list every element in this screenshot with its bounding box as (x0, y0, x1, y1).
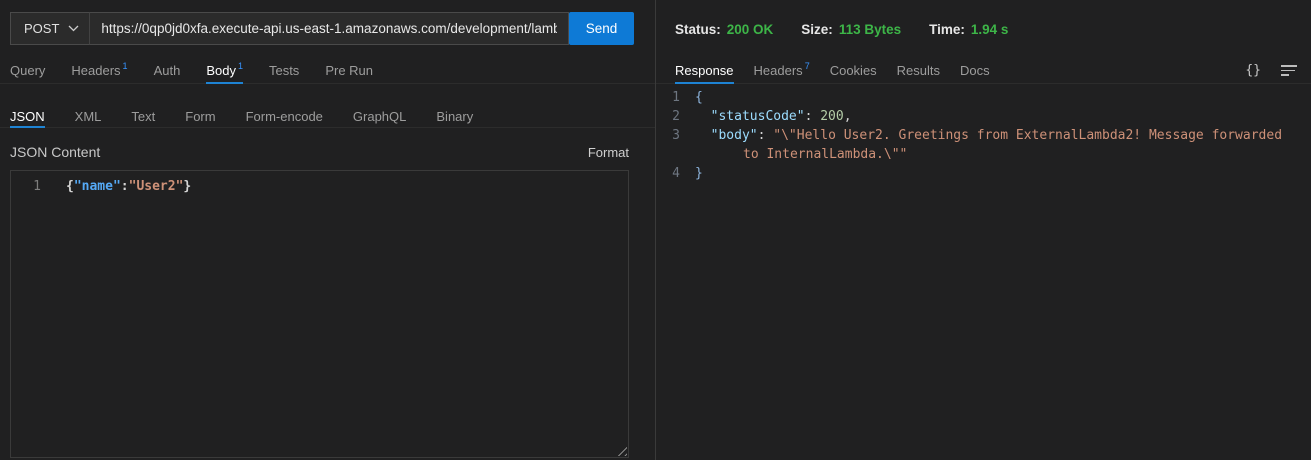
body-tab-form[interactable]: Form (185, 106, 215, 127)
tabs-spacer (1010, 58, 1226, 83)
size-label: Size: (801, 22, 833, 37)
url-row: POST Send (10, 12, 634, 45)
response-toolbar-icons: {} (1245, 58, 1297, 83)
method-label: POST (24, 21, 59, 36)
body-tab-graphql[interactable]: GraphQL (353, 106, 406, 127)
tab-auth[interactable]: Auth (154, 58, 181, 83)
json-content-label: JSON Content (10, 144, 100, 160)
request-body-editor[interactable]: 1{"name":"User2"} (10, 170, 629, 458)
headers-count-badge: 1 (123, 61, 128, 71)
url-input[interactable] (90, 12, 569, 45)
time-label: Time: (929, 22, 965, 37)
response-tabs: Response Headers7 Cookies Results Docs {… (656, 58, 1311, 84)
tab-response-headers[interactable]: Headers7 (754, 58, 810, 83)
tab-pre-run[interactable]: Pre Run (325, 58, 373, 83)
wrap-lines-icon[interactable] (1281, 65, 1297, 76)
body-tab-form-encode[interactable]: Form-encode (246, 106, 323, 127)
response-status-row: Status: 200 OK Size: 113 Bytes Time: 1.9… (675, 20, 1295, 38)
time-value: 1.94 s (971, 22, 1009, 37)
tab-headers[interactable]: Headers1 (71, 58, 127, 83)
request-panel: POST Send Query Headers1 Auth Body1 Test… (0, 0, 656, 460)
format-button[interactable]: Format (588, 145, 629, 160)
body-type-tabs: JSON XML Text Form Form-encode GraphQL B… (0, 106, 655, 128)
time-stat: Time: 1.94 s (929, 22, 1008, 37)
response-panel: Status: 200 OK Size: 113 Bytes Time: 1.9… (656, 0, 1311, 460)
status-label: Status: (675, 22, 721, 37)
tab-tests[interactable]: Tests (269, 58, 299, 83)
body-count-badge: 1 (238, 61, 243, 71)
code-line: 1{"name":"User2"} (11, 177, 628, 196)
status-stat: Status: 200 OK (675, 22, 773, 37)
status-value: 200 OK (727, 22, 774, 37)
response-body-viewer[interactable]: 1{2 "statusCode": 200,3 "body": "\"Hello… (656, 84, 1311, 460)
size-stat: Size: 113 Bytes (801, 22, 901, 37)
request-tabs: Query Headers1 Auth Body1 Tests Pre Run (0, 58, 655, 84)
body-tab-binary[interactable]: Binary (436, 106, 473, 127)
tab-docs[interactable]: Docs (960, 58, 990, 83)
tab-body[interactable]: Body1 (206, 58, 243, 83)
format-json-icon[interactable]: {} (1245, 63, 1261, 78)
tab-cookies[interactable]: Cookies (830, 58, 877, 83)
tab-results[interactable]: Results (897, 58, 940, 83)
code-line: 1{ (656, 88, 1311, 107)
method-select[interactable]: POST (10, 12, 90, 45)
chevron-down-icon (68, 25, 79, 32)
resize-grip[interactable] (616, 445, 627, 456)
body-tab-xml[interactable]: XML (75, 106, 102, 127)
code-line: 4} (656, 164, 1311, 183)
size-value: 113 Bytes (839, 22, 901, 37)
code-line: to InternalLambda.\"" (656, 145, 1311, 164)
body-tab-json[interactable]: JSON (10, 106, 45, 127)
body-tab-text[interactable]: Text (131, 106, 155, 127)
json-content-header: JSON Content Format (10, 142, 629, 162)
code-line: 3 "body": "\"Hello User2. Greetings from… (656, 126, 1311, 145)
response-headers-count-badge: 7 (805, 61, 810, 71)
tab-query[interactable]: Query (10, 58, 45, 83)
tab-response[interactable]: Response (675, 58, 734, 83)
code-line: 2 "statusCode": 200, (656, 107, 1311, 126)
send-button[interactable]: Send (569, 12, 634, 45)
